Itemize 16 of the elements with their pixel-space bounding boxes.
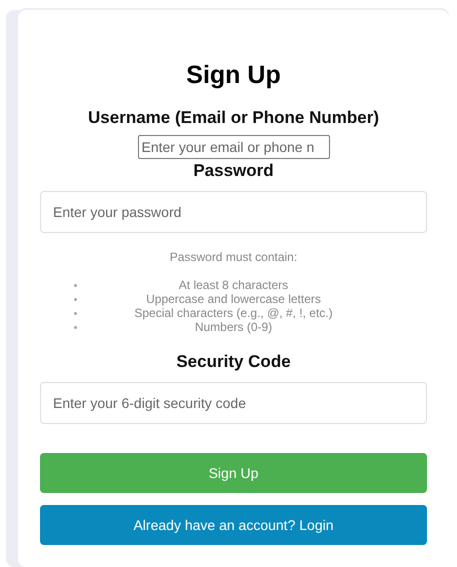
sign-up-button[interactable]: Sign Up — [40, 453, 427, 493]
bullet-icon — [74, 284, 77, 287]
login-button[interactable]: Already have an account? Login — [40, 505, 427, 545]
field-label: Password — [193, 161, 274, 181]
requirement-item: Uppercase and lowercase letters — [146, 292, 321, 306]
bullet-icon — [74, 298, 77, 301]
requirement-item: At least 8 characters — [178, 278, 288, 292]
page-title: Sign Up — [186, 60, 281, 90]
requirement-item: Numbers (0-9) — [194, 320, 272, 334]
bullet-icon — [74, 326, 77, 329]
input-field[interactable]: Enter your email or phone n — [138, 135, 330, 159]
requirement-item: Special characters (e.g., @, #, !, etc.) — [134, 306, 333, 320]
field-label: Security Code — [176, 352, 291, 372]
requirements-heading: Password must contain: — [170, 250, 298, 264]
field-label: Username (Email or Phone Number) — [88, 108, 379, 128]
bullet-icon — [74, 312, 77, 315]
